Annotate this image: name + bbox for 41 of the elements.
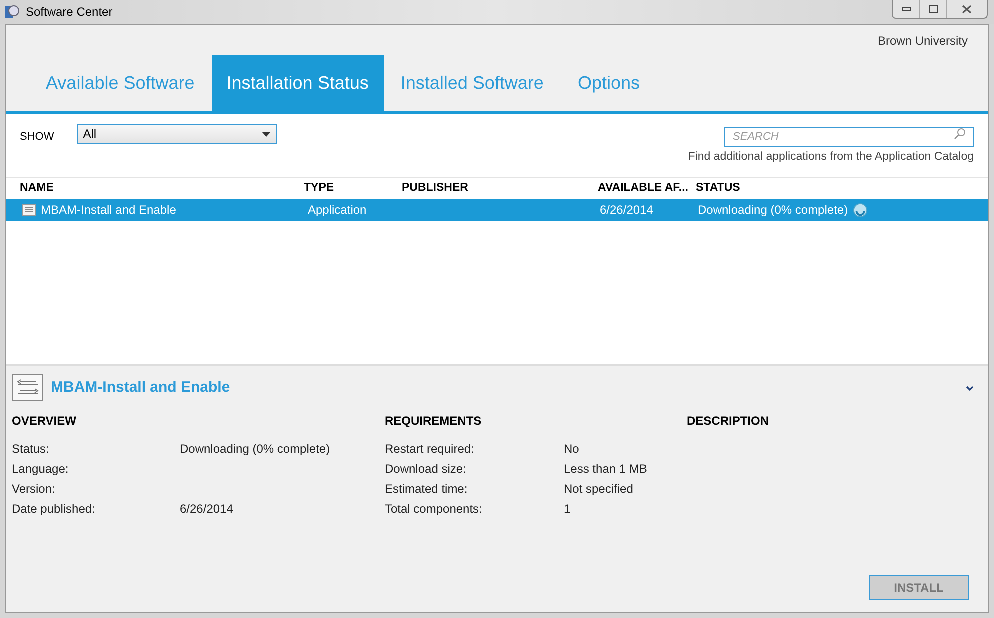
field-label: Version: — [12, 482, 56, 496]
field-value: Downloading (0% complete) — [180, 441, 330, 458]
field-label: Total components: — [385, 502, 482, 516]
window-title: Software Center — [26, 4, 113, 21]
show-label: SHOW — [20, 130, 54, 145]
field-label: Restart required: — [385, 442, 474, 456]
field-label: Date published: — [12, 502, 96, 516]
field-value: Less than 1 MB — [564, 461, 648, 478]
section-heading: OVERVIEW — [12, 413, 78, 430]
table-cell-text: 6/26/2014 — [600, 202, 654, 219]
field-label: Estimated time: — [385, 482, 468, 496]
application-icon — [22, 204, 36, 216]
section-heading: DESCRIPTION — [687, 413, 770, 430]
collapse-chevron-icon — [966, 386, 974, 390]
column-header[interactable]: PUBLISHER — [402, 180, 598, 198]
details-title: MBAM-Install and Enable — [51, 378, 230, 398]
show-dropdown[interactable]: All — [77, 124, 278, 144]
column-header[interactable]: AVAILABLE AF... — [598, 180, 696, 198]
table-cell-text: Application — [308, 202, 367, 219]
organization-name: Brown University — [878, 33, 968, 50]
section-heading: REQUIREMENTS — [385, 413, 483, 430]
column-header[interactable]: TYPE — [304, 180, 402, 198]
dropdown-arrow-icon — [262, 132, 272, 136]
field-label: Download size: — [385, 462, 466, 476]
field-label: Language: — [12, 462, 69, 476]
search-field[interactable]: SEARCH — [724, 127, 974, 147]
search-icon — [954, 128, 966, 140]
close-icon — [962, 4, 972, 14]
field-label: Status: — [12, 442, 50, 456]
table-cell-text: Downloading (0% complete) — [698, 202, 848, 219]
field-value: 6/26/2014 — [180, 501, 234, 518]
field-value: Not specified — [564, 481, 634, 498]
application-icon — [12, 374, 44, 402]
progress-spinner-icon — [853, 202, 868, 218]
column-header[interactable]: STATUS — [696, 180, 988, 198]
field-value: No — [564, 441, 580, 458]
table-cell-text: MBAM-Install and Enable — [41, 202, 176, 219]
app-icon — [4, 4, 20, 20]
column-header[interactable]: NAME — [20, 180, 304, 198]
catalog-link[interactable]: Find additional applications from the Application Catalog — [688, 149, 974, 166]
field-value: 1 — [564, 501, 571, 518]
